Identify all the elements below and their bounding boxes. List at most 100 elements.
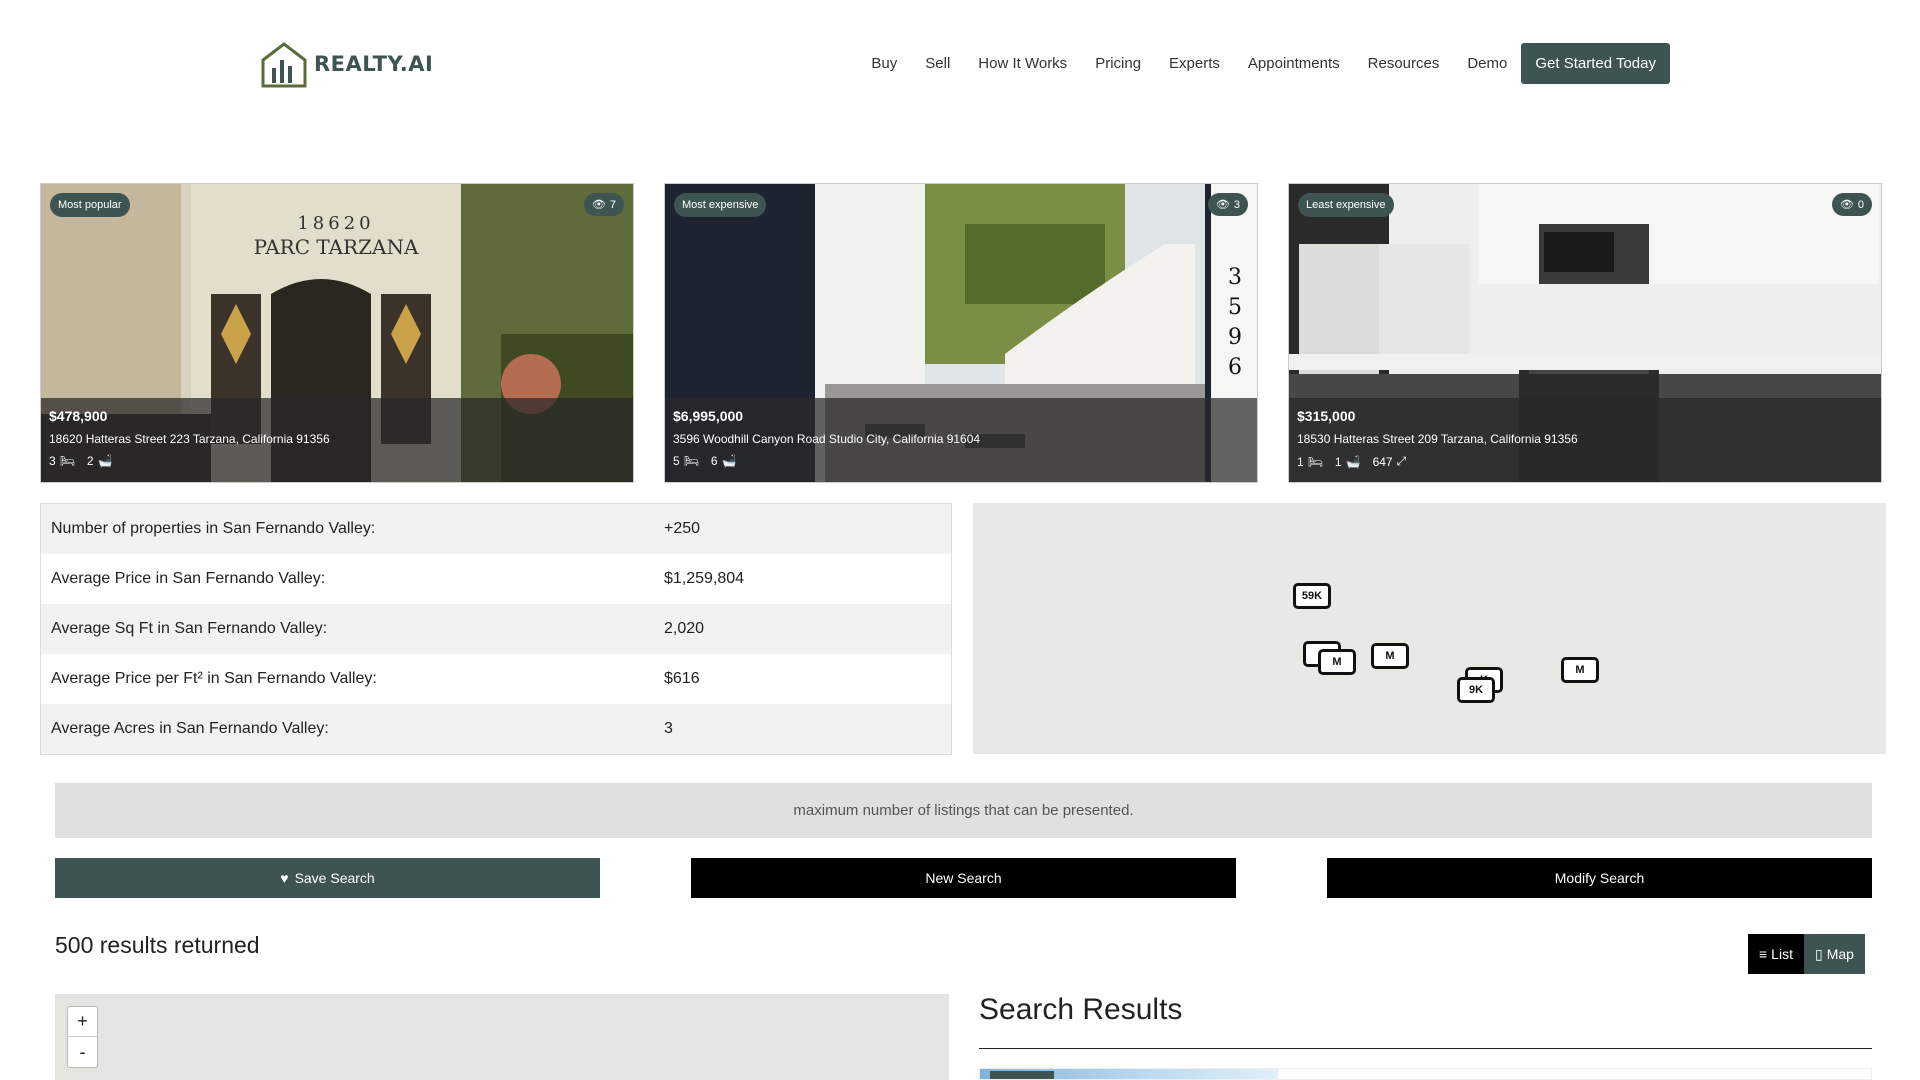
bed-icon: 🛏 (59, 454, 75, 468)
stats-row: Average Price in San Fernando Valley: $1… (41, 554, 951, 604)
svg-text:5: 5 (1228, 295, 1242, 320)
nav-demo[interactable]: Demo (1467, 55, 1507, 72)
eye-icon: 👁 (1215, 199, 1230, 211)
results-map[interactable]: + - (55, 994, 949, 1080)
beds: 1 🛏 (1297, 454, 1323, 469)
featured-card-least-expensive[interactable]: Least expensive 👁 0 $315,000 18530 Hatte… (1288, 183, 1882, 483)
zoom-in-button[interactable]: + (68, 1007, 97, 1037)
view-toggle: ≡ List ▯ Map (1748, 934, 1865, 974)
stats-label: Average Price per Ft² in San Fernando Va… (51, 670, 377, 687)
heart-icon: ♥ (280, 870, 289, 886)
card-address: 18620 Hatteras Street 223 Tarzana, Calif… (49, 432, 330, 446)
bed-icon: 🛏 (683, 454, 699, 468)
card-badge: Most popular (50, 193, 130, 217)
bath-icon: 🛁 (721, 454, 737, 468)
list-icon: ≡ (1759, 946, 1768, 962)
featured-card-most-expensive[interactable]: 3 5 9 6 Most expensive 👁 3 $6,995,000 35… (664, 183, 1258, 483)
divider (979, 1048, 1872, 1049)
site-header: REALTY.AI Buy Sell How It Works Pricing … (0, 0, 1920, 130)
card-badge (990, 1071, 1054, 1079)
stats-row: Average Price per Ft² in San Fernando Va… (41, 654, 951, 704)
baths: 2 🛁 (86, 454, 113, 468)
svg-text:PARC TARZANA: PARC TARZANA (254, 235, 419, 259)
stats-label: Number of properties in San Fernando Val… (51, 520, 376, 537)
nav-resources[interactable]: Resources (1368, 55, 1440, 72)
zoom-out-button[interactable]: - (68, 1037, 97, 1067)
stats-row: Average Sq Ft in San Fernando Valley: 2,… (41, 604, 951, 654)
zoom-controls: + - (67, 1006, 98, 1068)
brand-name: REALTY.AI (314, 52, 434, 76)
map-marker[interactable]: M (1561, 657, 1599, 683)
area-stats-table: Number of properties in San Fernando Val… (40, 503, 952, 755)
map-marker[interactable]: M (1371, 643, 1409, 669)
stats-value: $1,259,804 (664, 570, 745, 587)
beds: 5 🛏 (673, 454, 699, 468)
stats-value: 3 (664, 720, 673, 737)
get-started-button[interactable]: Get Started Today (1521, 43, 1670, 84)
modify-search-button[interactable]: Modify Search (1327, 858, 1872, 898)
card-badge: Least expensive (1298, 193, 1394, 217)
bath-icon: 🛁 (97, 454, 113, 468)
card-price: $6,995,000 (673, 408, 744, 424)
view-count: 👁 3 (1207, 193, 1248, 216)
overview-map[interactable]: 59K M M K 9K M (973, 503, 1886, 754)
card-features: 1 🛏 1 🛁 647 ⤢ (1297, 454, 1873, 469)
svg-text:9: 9 (1228, 325, 1242, 350)
eye-icon: 👁 (1839, 199, 1854, 211)
svg-text:6: 6 (1228, 355, 1242, 380)
stats-label: Average Acres in San Fernando Valley: (51, 720, 329, 737)
stats-label: Average Price in San Fernando Valley: (51, 570, 326, 587)
featured-listings: 18620 PARC TARZANA Most popular 👁 7 $478… (40, 183, 1882, 483)
new-search-button[interactable]: New Search (691, 858, 1236, 898)
card-price: $478,900 (49, 408, 108, 424)
svg-text:3: 3 (1228, 265, 1242, 290)
nav-appointments[interactable]: Appointments (1248, 55, 1340, 72)
bath-icon: 🛁 (1345, 454, 1361, 469)
listing-limit-notice: maximum number of listings that can be p… (55, 783, 1872, 838)
logo[interactable]: REALTY.AI (258, 38, 433, 90)
map-view-button[interactable]: ▯ Map (1803, 934, 1865, 974)
nav-how-it-works[interactable]: How It Works (978, 55, 1067, 72)
save-search-button[interactable]: ♥ Save Search (55, 858, 600, 898)
stats-row: Number of properties in San Fernando Val… (41, 504, 951, 554)
baths: 1 🛁 (1334, 454, 1361, 469)
view-count: 👁 7 (583, 193, 624, 216)
card-price: $315,000 (1297, 408, 1356, 424)
beds: 3 🛏 (49, 454, 75, 468)
map-marker[interactable]: 9K (1457, 677, 1495, 703)
card-address: 18530 Hatteras Street 209 Tarzana, Calif… (1297, 432, 1578, 446)
card-badge: Most expensive (674, 193, 767, 217)
stats-label: Average Sq Ft in San Fernando Valley: (51, 620, 328, 637)
map-marker[interactable]: M (1318, 649, 1356, 675)
card-address: 3596 Woodhill Canyon Road Studio City, C… (673, 432, 981, 446)
nav-pricing[interactable]: Pricing (1095, 55, 1141, 72)
stats-row: Average Acres in San Fernando Valley: 3 (41, 704, 951, 754)
eye-icon: 👁 (591, 199, 606, 211)
card-features: 3 🛏 2 🛁 (49, 454, 625, 468)
result-card[interactable] (979, 1068, 1872, 1080)
card-features: 5 🛏 6 🛁 (673, 454, 1249, 468)
nav-buy[interactable]: Buy (871, 55, 897, 72)
card-info: $315,000 18530 Hatteras Street 209 Tarza… (1289, 398, 1881, 482)
house-chart-logo-icon (261, 42, 307, 88)
sqft: 647 ⤢ (1372, 454, 1407, 469)
area-icon: ⤢ (1396, 454, 1407, 468)
card-info: $478,900 18620 Hatteras Street 223 Tarza… (41, 398, 633, 482)
results-count: 500 results returned (55, 932, 260, 958)
map-marker[interactable]: 59K (1293, 583, 1331, 609)
svg-text:18620: 18620 (297, 213, 374, 234)
stats-value: $616 (664, 670, 700, 687)
featured-card-most-popular[interactable]: 18620 PARC TARZANA Most popular 👁 7 $478… (40, 183, 634, 483)
view-count: 👁 0 (1831, 193, 1872, 216)
nav-sell[interactable]: Sell (925, 55, 950, 72)
list-view-button[interactable]: ≡ List (1748, 934, 1804, 974)
bed-icon: 🛏 (1307, 454, 1323, 469)
main-nav: Buy Sell How It Works Pricing Experts Ap… (857, 43, 1670, 84)
search-results-title: Search Results (979, 993, 1183, 1026)
baths: 6 🛁 (710, 454, 737, 468)
stats-value: +250 (664, 520, 701, 537)
stats-value: 2,020 (664, 620, 705, 637)
card-info: $6,995,000 3596 Woodhill Canyon Road Stu… (665, 398, 1257, 482)
map-icon: ▯ (1814, 945, 1823, 962)
nav-experts[interactable]: Experts (1169, 55, 1220, 72)
